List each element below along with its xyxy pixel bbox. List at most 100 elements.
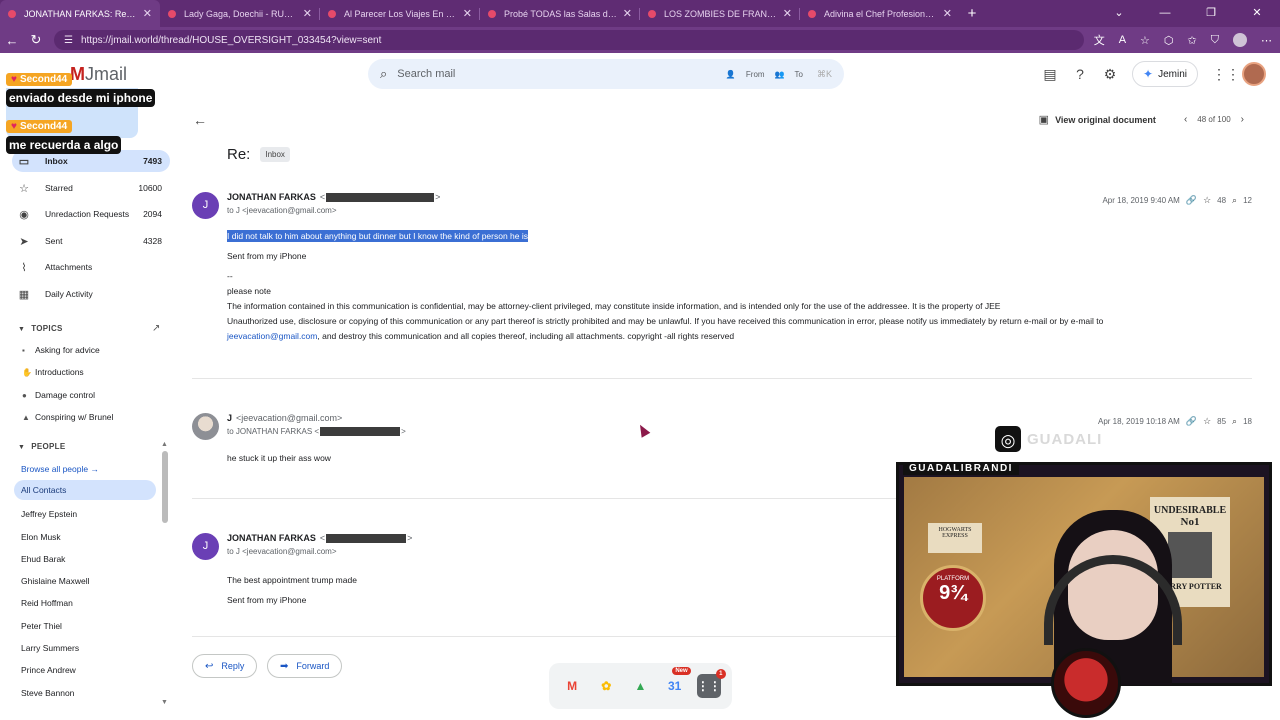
maximize-button[interactable]: ❐	[1188, 0, 1234, 27]
close-tab-icon[interactable]: ✕	[463, 7, 472, 20]
prev-chevron-icon[interactable]: ‹	[1184, 114, 1187, 125]
sender-name[interactable]: J	[227, 413, 232, 423]
search-bar[interactable]: ⌕ Search mail 👤 From 👥 To ⌘K	[368, 59, 844, 89]
apps-grid-icon[interactable]: ⋮⋮	[1212, 66, 1240, 83]
topics-header[interactable]: ▼ TOPICS	[18, 324, 63, 333]
person-item[interactable]: Ghislaine Maxwell	[21, 576, 90, 586]
gemini-button[interactable]: ✦ Jemini	[1132, 61, 1198, 87]
search-input[interactable]: Search mail	[397, 68, 716, 80]
extensions-icon[interactable]: ⬡	[1164, 34, 1174, 47]
sidebar-item-attachments[interactable]: ⌇ Attachments	[12, 256, 170, 278]
sender-name[interactable]: JONATHAN FARKAS	[227, 192, 316, 202]
browse-people-link[interactable]: Browse all people →	[21, 464, 99, 474]
topic-item[interactable]: ▪ Asking for advice	[22, 345, 100, 355]
email-link[interactable]: jeevacation@gmail.com	[227, 331, 317, 341]
body-line: please note	[227, 286, 271, 296]
window-controls: ⌄ — ❐ ✕	[1096, 0, 1280, 27]
link-icon[interactable]: 🔗	[1186, 195, 1197, 206]
translate-icon[interactable]: 文	[1094, 32, 1105, 48]
sidebar-scrollbar[interactable]	[162, 451, 168, 523]
close-tab-icon[interactable]: ✕	[783, 7, 792, 20]
tab-search-button[interactable]: ⌄	[1096, 0, 1142, 27]
settings-gear-icon[interactable]: ⚙	[1102, 66, 1118, 83]
feedback-icon[interactable]: ▤	[1042, 66, 1058, 83]
person-item[interactable]: Larry Summers	[21, 643, 79, 653]
streamer-avatar-badge	[1051, 648, 1121, 718]
reply-icon: ↩	[205, 660, 214, 672]
body-line: The best appointment trump made	[227, 575, 357, 585]
inbox-label-chip[interactable]: Inbox	[260, 147, 290, 162]
close-tab-icon[interactable]: ✕	[623, 7, 632, 20]
browser-tab[interactable]: JONATHAN FARKAS: Re: — Epstein ✕	[0, 0, 160, 27]
sidebar-item-daily-activity[interactable]: ▦ Daily Activity	[12, 283, 170, 305]
star-icon[interactable]: ☆	[1203, 416, 1211, 427]
search-icon[interactable]: ⌕	[380, 66, 387, 82]
link-icon[interactable]: 🔗	[1186, 416, 1197, 427]
help-icon[interactable]: ?	[1072, 66, 1088, 82]
browser-tab[interactable]: LOS ZOMBIES DE FRANKFURT (JA ✕	[640, 0, 800, 27]
next-chevron-icon[interactable]: ›	[1241, 114, 1244, 125]
reply-button[interactable]: ↩ Reply	[192, 654, 258, 678]
sidebar-item-unredaction[interactable]: ◉ Unredaction Requests 2094	[12, 203, 170, 225]
photos-app-icon[interactable]: ✿	[594, 674, 618, 698]
scroll-down-icon[interactable]: ▼	[161, 699, 168, 706]
expand-arrow-icon[interactable]: ↗	[152, 323, 160, 334]
views-icon[interactable]: ⌕	[1232, 416, 1237, 427]
favorites-icon[interactable]: ✩	[1188, 34, 1197, 47]
back-arrow-icon[interactable]: ←	[0, 33, 24, 48]
people-icon: 👥	[774, 69, 785, 79]
body-line: The information contained in this commun…	[227, 301, 1001, 311]
people-header[interactable]: ▼ PEOPLE	[18, 442, 66, 451]
sender-line: JONATHAN FARKAS < >	[227, 192, 441, 202]
scroll-up-icon[interactable]: ▲	[161, 441, 168, 448]
person-item[interactable]: Steve Bannon	[21, 688, 74, 698]
person-item[interactable]: Jeffrey Epstein	[21, 509, 77, 519]
more-menu-icon[interactable]: ⋯	[1261, 34, 1272, 47]
browser-tab[interactable]: Al Parecer Los Viajes En El Tiempo ✕	[320, 0, 480, 27]
person-item[interactable]: Peter Thiel	[21, 621, 62, 631]
person-item[interactable]: Elon Musk	[21, 532, 61, 542]
close-tab-icon[interactable]: ✕	[303, 7, 312, 20]
topic-item[interactable]: ✋ Introductions	[22, 367, 84, 377]
browser-tab[interactable]: Probé TODAS las Salas de Cine en ✕	[480, 0, 640, 27]
profile-avatar[interactable]	[1242, 62, 1266, 86]
browser-tab[interactable]: Lady Gaga, Doechii - RUNWAY (O ✕	[160, 0, 320, 27]
forward-button[interactable]: ➡ Forward	[267, 654, 343, 678]
close-window-button[interactable]: ✕	[1234, 0, 1280, 27]
drive-app-icon[interactable]: ▲	[628, 674, 652, 698]
sender-name[interactable]: JONATHAN FARKAS	[227, 533, 316, 543]
inbox-icon: ▭	[18, 155, 30, 168]
address-bar[interactable]: ☰ https://jmail.world/thread/HOUSE_OVERS…	[54, 30, 1084, 50]
close-tab-icon[interactable]: ✕	[143, 7, 152, 20]
sender-line: J <jeevacation@gmail.com>	[227, 413, 342, 423]
bookmark-star-icon[interactable]: ☆	[1140, 34, 1150, 47]
apps-grid-icon[interactable]: ⋮⋮ 1	[696, 669, 726, 698]
view-original-button[interactable]: View original document	[1055, 115, 1156, 125]
shield-icon[interactable]: ⛉	[1211, 34, 1219, 47]
minimize-button[interactable]: —	[1142, 0, 1188, 27]
browser-tab[interactable]: Adivina el Chef Profesional - YouT ✕	[800, 0, 960, 27]
person-item[interactable]: Reid Hoffman	[21, 598, 73, 608]
filter-from[interactable]: From	[746, 70, 765, 79]
topic-item[interactable]: ▲ Conspiring w/ Brunel	[22, 412, 113, 422]
redaction-bar	[326, 192, 435, 202]
back-arrow-icon[interactable]: ←	[193, 112, 207, 128]
star-icon[interactable]: ☆	[1203, 195, 1211, 206]
close-tab-icon[interactable]: ✕	[943, 7, 952, 20]
person-item-all-contacts[interactable]: All Contacts	[14, 480, 156, 500]
calendar-app-icon[interactable]: 31 New	[663, 667, 691, 698]
header-actions: ▤ ? ⚙ ✦ Jemini ⋮⋮	[1042, 61, 1266, 87]
site-info-icon[interactable]: ☰	[64, 35, 73, 46]
reload-icon[interactable]: ↻	[24, 32, 48, 48]
sidebar-item-starred[interactable]: ☆ Starred 10600	[12, 177, 170, 199]
filter-to[interactable]: To	[795, 70, 803, 79]
person-item[interactable]: Ehud Barak	[21, 554, 65, 564]
sidebar-item-sent[interactable]: ➤ Sent 4328	[12, 230, 170, 252]
reader-icon[interactable]: A	[1119, 34, 1126, 46]
browser-profile-avatar[interactable]	[1233, 33, 1247, 47]
gmail-app-icon[interactable]: M	[560, 674, 584, 698]
views-icon[interactable]: ⌕	[1232, 195, 1237, 206]
topic-item[interactable]: ● Damage control	[22, 390, 95, 400]
person-item[interactable]: Prince Andrew	[21, 665, 76, 675]
new-tab-button[interactable]: +	[960, 0, 984, 27]
